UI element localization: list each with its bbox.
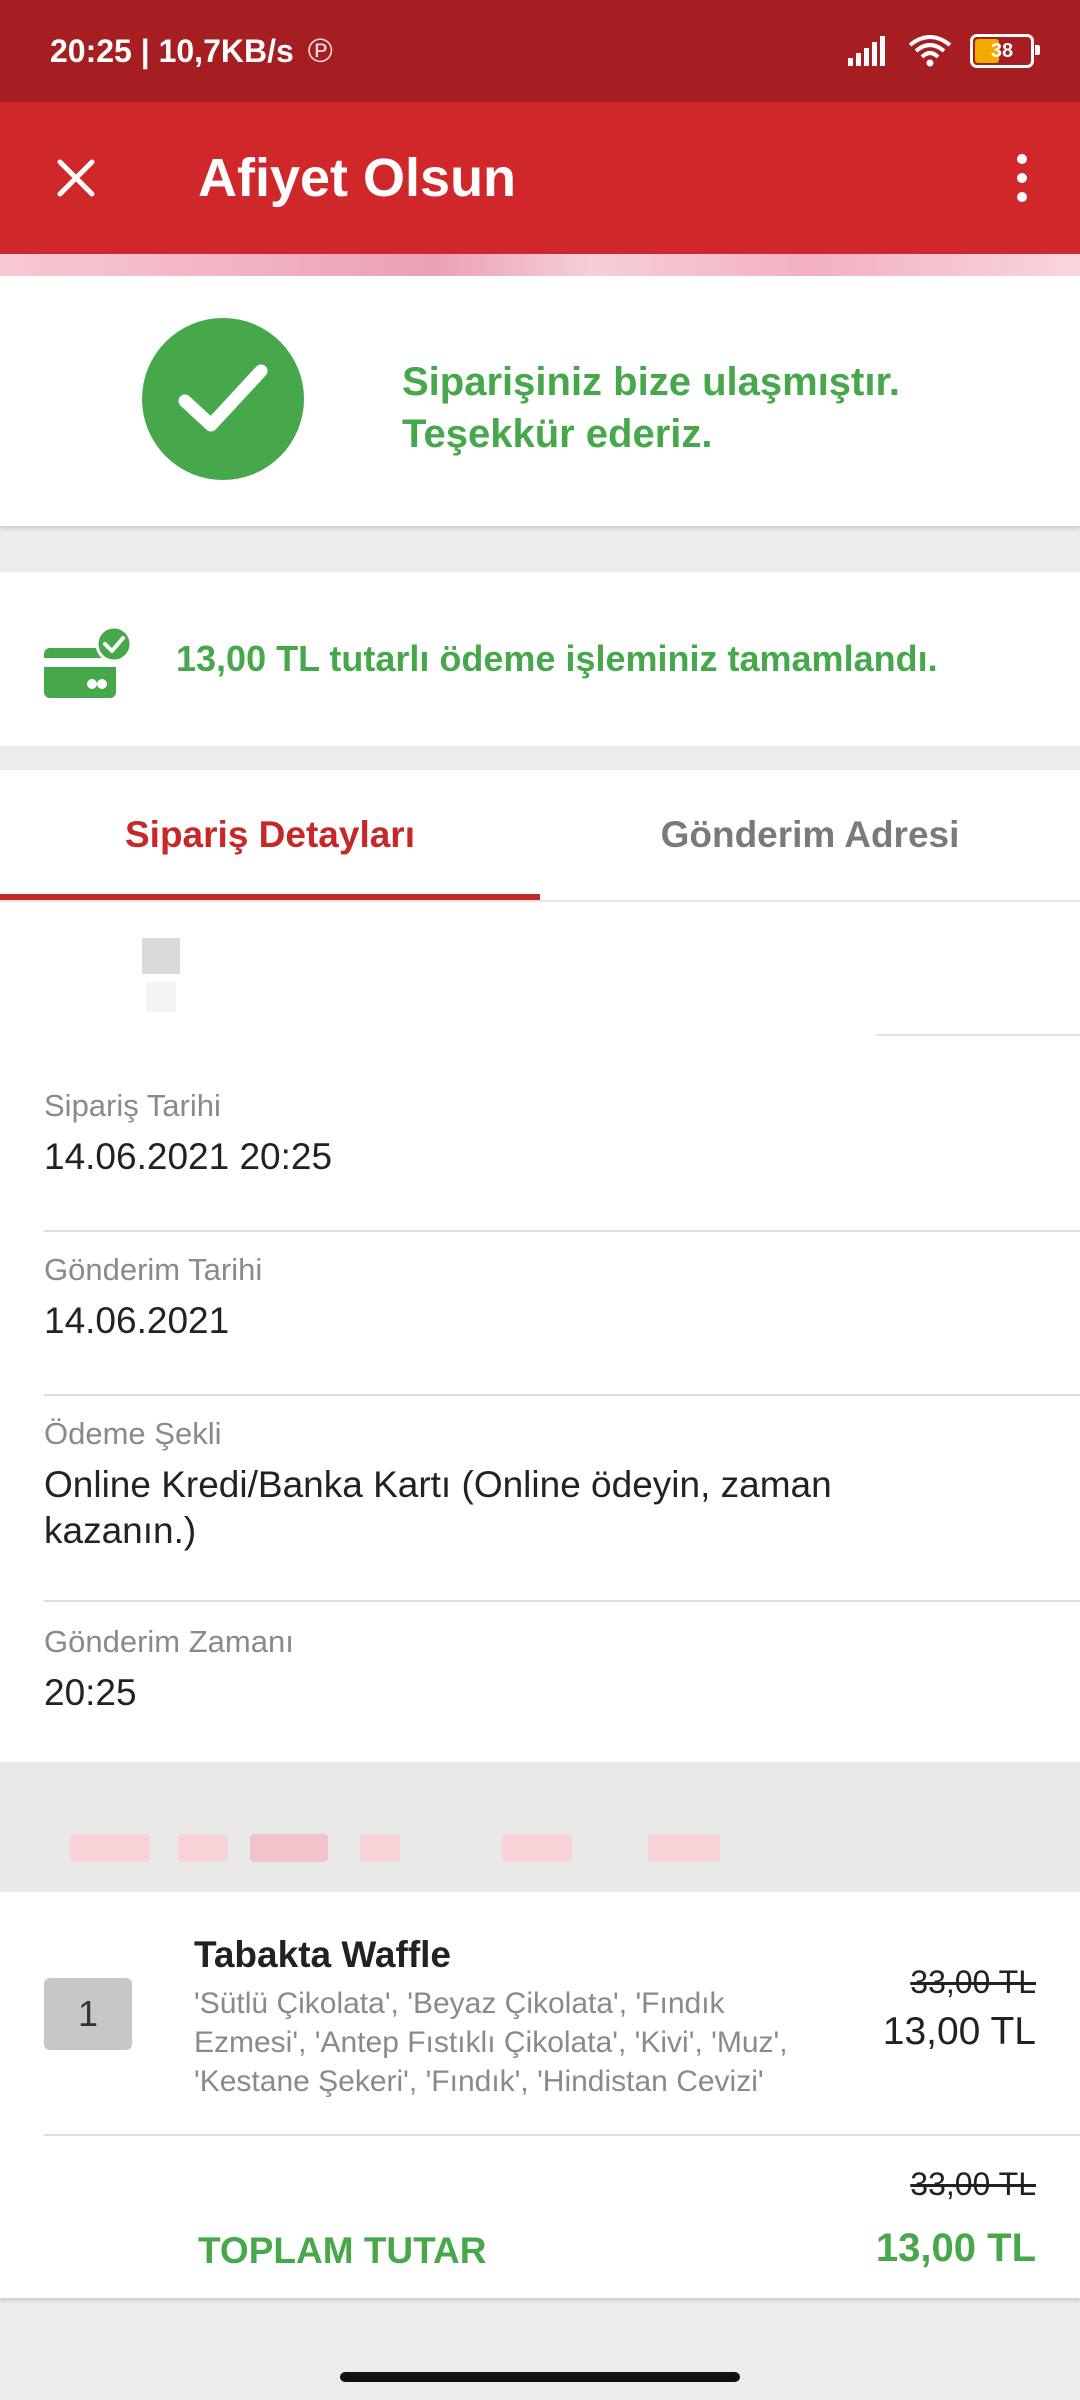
status-right: 38 xyxy=(848,0,1040,102)
tab-shipping-address[interactable]: Gönderim Adresi xyxy=(540,770,1080,900)
credit-card-check-icon xyxy=(44,625,133,698)
status-bar: 20:25 | 10,7KB/s ℗ 38 xyxy=(0,0,1080,102)
total-old-price: 33,00 TL xyxy=(910,2166,1036,2202)
detail-label: Gönderim Zamanı xyxy=(44,1624,294,1659)
success-message: Siparişiniz bize ulaşmıştır. Teşekkür ed… xyxy=(402,356,900,460)
item-old-price: 33,00 TL xyxy=(910,1964,1036,2000)
home-indicator[interactable] xyxy=(340,2372,740,2382)
battery-icon: 38 xyxy=(970,34,1040,68)
detail-shipping-date: Gönderim Tarihi 14.06.2021 xyxy=(44,1252,1080,1396)
more-options-button[interactable] xyxy=(990,146,1054,210)
signal-icon xyxy=(848,36,885,66)
payment-status-card: 13,00 TL tutarlı ödeme işleminiz tamamla… xyxy=(0,572,1080,746)
detail-value: Online Kredi/Banka Kartı (Online ödeyin,… xyxy=(44,1464,832,1551)
detail-label: Gönderim Tarihi xyxy=(44,1252,263,1287)
page-title: Afiyet Olsun xyxy=(198,148,517,208)
more-vert-icon xyxy=(1017,154,1027,164)
detail-value: 14.06.2021 xyxy=(44,1300,230,1341)
detail-payment-method: Ödeme Şekli Online Kredi/Banka Kartı (On… xyxy=(44,1416,1080,1602)
check-circle-icon xyxy=(142,318,304,480)
status-left: 20:25 | 10,7KB/s ℗ xyxy=(50,0,333,102)
close-button[interactable] xyxy=(44,146,108,210)
item-price: 13,00 TL xyxy=(882,2010,1036,2053)
tab-order-details[interactable]: Sipariş Detayları xyxy=(0,770,540,900)
detail-label: Ödeme Şekli xyxy=(44,1416,222,1451)
detail-value: 14.06.2021 20:25 xyxy=(44,1136,333,1177)
detail-shipping-time: Gönderim Zamanı 20:25 xyxy=(44,1624,1080,1764)
battery-level: 38 xyxy=(990,39,1014,62)
item-name: Tabakta Waffle xyxy=(194,1934,451,1975)
p-icon: ℗ xyxy=(307,31,333,70)
order-details-card: Sipariş Detayları Gönderim Adresi Sipari… xyxy=(0,770,1080,1770)
order-success-card: Siparişiniz bize ulaşmıştır. Teşekkür ed… xyxy=(0,276,1080,526)
faded-content-placeholder xyxy=(0,902,1080,1062)
payment-message: 13,00 TL tutarlı ödeme işleminiz tamamla… xyxy=(176,638,938,679)
order-items-card: 1 Tabakta Waffle 'Sütlü Çikolata', 'Beya… xyxy=(0,1892,1080,2298)
item-options: 'Sütlü Çikolata', 'Beyaz Çikolata', 'Fın… xyxy=(194,1987,788,2098)
item-quantity-badge: 1 xyxy=(44,1978,132,2050)
status-time-speed: 20:25 | 10,7KB/s xyxy=(50,32,294,69)
wifi-icon xyxy=(908,35,952,67)
total-label: TOPLAM TUTAR xyxy=(198,2230,487,2271)
tab-bar: Sipariş Detayları Gönderim Adresi xyxy=(0,770,1080,902)
section-separator xyxy=(0,1762,1080,1892)
detail-value: 20:25 xyxy=(44,1672,137,1713)
close-icon xyxy=(57,159,95,197)
header-banner-image xyxy=(0,254,1080,276)
total-price: 13,00 TL xyxy=(875,2226,1036,2270)
detail-order-date: Sipariş Tarihi 14.06.2021 20:25 xyxy=(44,1088,1080,1232)
success-line-2: Teşekkür ederiz. xyxy=(402,412,713,456)
success-line-1: Siparişiniz bize ulaşmıştır. xyxy=(402,360,900,404)
app-bar: Afiyet Olsun xyxy=(0,102,1080,254)
detail-label: Sipariş Tarihi xyxy=(44,1088,221,1123)
active-tab-indicator xyxy=(0,894,540,900)
divider xyxy=(44,2134,1080,2136)
